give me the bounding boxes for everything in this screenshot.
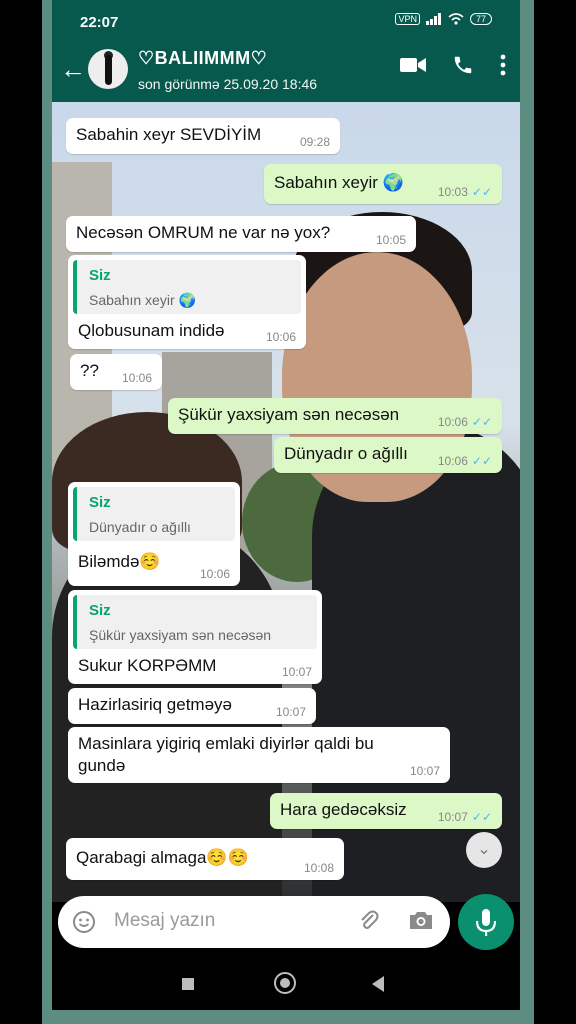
quoted-text: Sabahın xeyir 🌍 — [89, 292, 196, 308]
message-text: ?? — [80, 361, 99, 380]
read-receipt-icon: ✓✓ — [471, 185, 492, 199]
quoted-message[interactable]: Siz Sabahın xeyir 🌍 — [73, 260, 301, 314]
message-time: 10:07 — [409, 764, 440, 778]
microphone-icon — [475, 909, 497, 936]
system-nav-bar — [52, 958, 520, 1010]
message-text: Hazirlasiriq getməyə — [78, 695, 232, 714]
signal-icon — [425, 13, 441, 25]
scroll-to-bottom-button[interactable]: ⌄ — [466, 832, 502, 868]
message-time: 10:07 — [281, 665, 312, 679]
wifi-icon — [448, 13, 464, 25]
message-text: Şükür yaxsiyam sən necəsən — [178, 405, 400, 424]
message-incoming[interactable]: Hazirlasiriq getməyə 10:07 — [68, 688, 316, 724]
message-incoming[interactable]: ?? 10:06 — [70, 354, 162, 390]
message-time-value: 10:06 — [437, 415, 468, 429]
avatar[interactable] — [88, 49, 128, 89]
message-time: 10:06 — [121, 371, 152, 385]
message-incoming-reply[interactable]: Siz Sabahın xeyir 🌍 Qlobusunam indidə 10… — [68, 255, 306, 349]
quoted-author: Siz — [89, 602, 111, 619]
quoted-author: Siz — [89, 494, 111, 511]
contact-name[interactable]: ♡BALIIMMM♡ — [138, 48, 267, 69]
message-incoming[interactable]: Qarabagi almaga☺️☺️ 10:08 — [66, 838, 344, 880]
message-text: Sukur KORPƏMM — [78, 656, 217, 675]
more-vertical-icon[interactable] — [500, 54, 506, 76]
quoted-text: Şükür yaxsiyam sən necəsən — [89, 627, 272, 643]
message-input[interactable]: Mesaj yazın — [114, 910, 215, 932]
quoted-text: Dünyadır o ağıllı — [89, 519, 191, 535]
chevron-double-down-icon: ⌄ — [477, 841, 491, 858]
status-time: 22:07 — [80, 14, 119, 31]
message-text: Sabahin xeyr SEVDİYİM — [76, 125, 262, 144]
read-receipt-icon: ✓✓ — [471, 810, 492, 824]
read-receipt-icon: ✓✓ — [471, 415, 492, 429]
video-call-icon[interactable] — [400, 56, 426, 74]
message-time: 10:06 — [199, 567, 230, 581]
message-text: Necəsən OMRUM ne var nə yox? — [76, 223, 331, 242]
chat-header: ← ♡BALIIMMM♡ son görünmə 25.09.20 18:46 — [52, 40, 520, 102]
message-time: 10:03 ✓✓ — [438, 185, 492, 199]
message-time: 10:06 ✓✓ — [438, 415, 492, 429]
message-incoming[interactable]: Masinlara yigiriq emlaki diyirlər qaldi … — [68, 727, 450, 783]
message-time: 10:05 — [375, 233, 406, 247]
message-outgoing[interactable]: Sabahın xeyir 🌍 10:03 ✓✓ — [264, 164, 502, 204]
header-actions — [400, 54, 506, 76]
message-time: 09:28 — [299, 135, 330, 149]
message-time: 10:07 — [275, 705, 306, 719]
quoted-author: Siz — [89, 267, 111, 284]
message-text: Qarabagi almaga☺️☺️ — [76, 848, 249, 867]
message-outgoing[interactable]: Şükür yaxsiyam sən necəsən 10:06 ✓✓ — [168, 398, 502, 434]
vpn-icon: VPN — [395, 13, 420, 25]
battery-icon: 77 — [469, 13, 492, 25]
phone-icon[interactable] — [452, 54, 474, 76]
status-icons: VPN 77 — [395, 13, 492, 25]
message-outgoing[interactable]: Hara gedəcəksiz 10:07 ✓✓ — [270, 793, 502, 829]
message-time-value: 10:03 — [437, 185, 468, 199]
message-text: Hara gedəcəksiz — [280, 800, 407, 819]
message-time-value: 10:07 — [437, 810, 468, 824]
message-time: 10:06 ✓✓ — [438, 454, 492, 468]
last-seen: son görünmə 25.09.20 18:46 — [138, 76, 318, 92]
back-icon[interactable] — [372, 976, 384, 992]
message-time: 10:06 — [265, 330, 296, 344]
message-text: Masinlara yigiriq emlaki diyirlər qaldi … — [78, 734, 374, 753]
home-icon[interactable] — [274, 972, 296, 994]
message-input-bar[interactable]: Mesaj yazın — [58, 896, 450, 948]
message-text: Biləmdə☺️ — [78, 552, 161, 571]
message-incoming-reply[interactable]: Siz Dünyadır o ağıllı Biləmdə☺️ 10:06 — [68, 482, 240, 586]
message-time-value: 10:06 — [437, 454, 468, 468]
microphone-button[interactable] — [458, 894, 514, 950]
message-outgoing[interactable]: Dünyadır o ağıllı 10:06 ✓✓ — [274, 437, 502, 473]
back-arrow-icon[interactable]: ← — [60, 54, 86, 85]
message-time: 10:08 — [303, 861, 334, 875]
read-receipt-icon: ✓✓ — [471, 454, 492, 468]
message-text: Qlobusunam indidə — [78, 321, 225, 340]
message-text-line2: gundə — [78, 756, 126, 775]
message-incoming[interactable]: Necəsən OMRUM ne var nə yox? 10:05 — [66, 216, 416, 252]
message-time: 10:07 ✓✓ — [438, 810, 492, 824]
camera-icon[interactable] — [408, 909, 434, 931]
quoted-message[interactable]: Siz Dünyadır o ağıllı — [73, 487, 235, 541]
message-text: Dünyadır o ağıllı — [284, 444, 408, 463]
paperclip-icon[interactable] — [358, 909, 380, 939]
status-bar: 22:07 VPN 77 — [52, 0, 520, 40]
message-text: Sabahın xeyir 🌍 — [274, 173, 404, 192]
message-incoming[interactable]: Sabahin xeyr SEVDİYİM 09:28 — [66, 118, 340, 154]
recents-icon[interactable] — [182, 978, 194, 990]
emoji-icon[interactable] — [72, 910, 96, 934]
phone-screen: 22:07 VPN 77 ← ♡BALIIMMM♡ son görünmə 25… — [52, 0, 520, 1010]
quoted-message[interactable]: Siz Şükür yaxsiyam sən necəsən — [73, 595, 317, 649]
message-incoming-reply[interactable]: Siz Şükür yaxsiyam sən necəsən Sukur KOR… — [68, 590, 322, 684]
